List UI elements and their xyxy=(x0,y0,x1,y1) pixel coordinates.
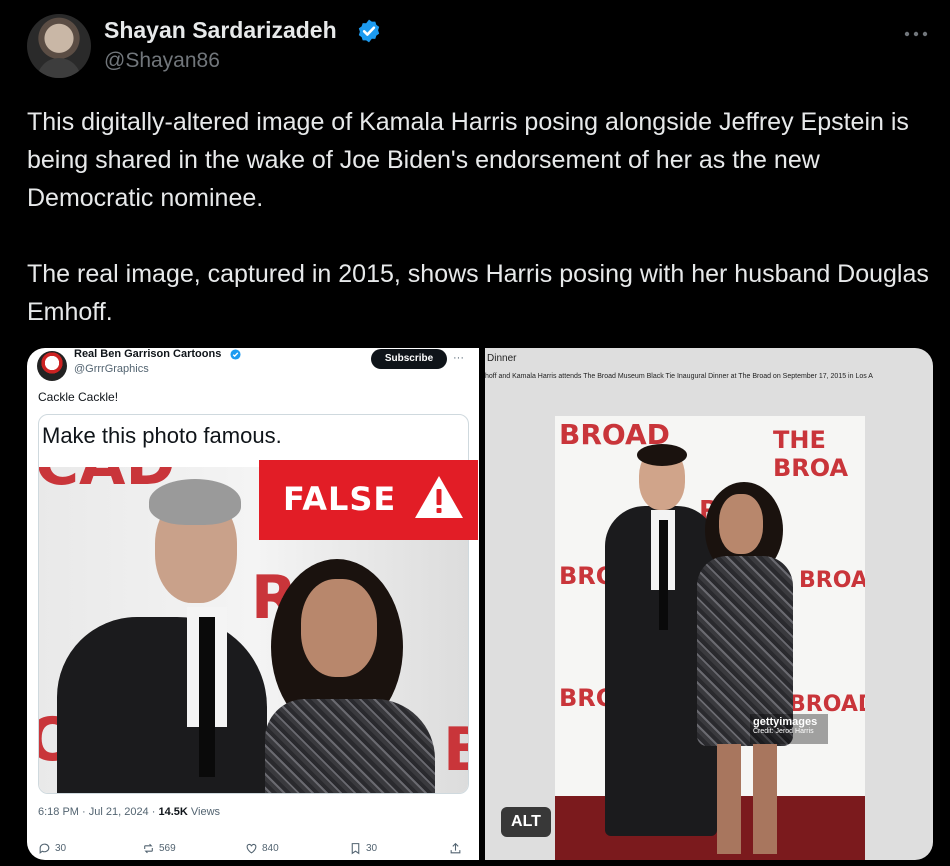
screenshot-repost: 569 xyxy=(142,842,176,855)
reply-count: 30 xyxy=(55,843,67,854)
original-getty-photo[interactable]: Dinner hoff and Kamala Harris attends Th… xyxy=(485,348,933,860)
display-name[interactable]: Shayan Sardarizadeh xyxy=(104,17,337,44)
getty-page-title: Dinner xyxy=(487,353,517,364)
more-options-icon[interactable] xyxy=(903,24,929,44)
views-count: 14.5K xyxy=(158,806,188,818)
photo-backdrop-text: BROAI xyxy=(799,568,865,593)
screenshot-action-bar: 30 569 840 30 xyxy=(38,842,468,860)
tweet-header: Shayan Sardarizadeh @Shayan86 xyxy=(27,12,929,82)
photo-backdrop-text: THE BROA xyxy=(773,426,849,482)
woman-face xyxy=(719,494,763,554)
screenshot-timestamp: 6:18 PM · Jul 21, 2024 · 14.5K Views xyxy=(38,806,220,818)
screenshot-bookmark: 30 xyxy=(349,842,377,855)
getty-caption: hoff and Kamala Harris attends The Broad… xyxy=(485,373,873,380)
screenshot-verified-icon xyxy=(230,349,241,360)
man-tie xyxy=(199,617,215,777)
screenshot-display-name: Real Ben Garrison Cartoons xyxy=(74,348,222,360)
tweet-text: This digitally-altered image of Kamala H… xyxy=(27,108,929,326)
woman-legs xyxy=(717,744,777,854)
getty-watermark: gettyimages Credit: Jerod Harris xyxy=(750,714,828,744)
false-label: FALSE xyxy=(283,480,397,518)
reply-icon xyxy=(39,843,50,854)
repost-count: 569 xyxy=(159,843,176,854)
handle[interactable]: @Shayan86 xyxy=(104,49,220,73)
man-hair xyxy=(149,479,241,525)
verified-badge-icon xyxy=(358,19,380,43)
repost-icon xyxy=(144,843,153,854)
man-hair xyxy=(637,444,687,466)
screenshot-body-text: Cackle Cackle! xyxy=(38,390,119,404)
man-tie xyxy=(659,520,668,630)
tweet-media[interactable]: Real Ben Garrison Cartoons @GrrrGraphics… xyxy=(27,348,933,860)
screenshot-handle: @GrrrGraphics xyxy=(74,363,149,375)
quote-text: Make this photo famous. xyxy=(42,423,282,448)
avatar[interactable] xyxy=(27,14,91,78)
bookmark-icon xyxy=(351,843,360,855)
man-figure xyxy=(57,617,267,793)
photo-backdrop-text: B xyxy=(443,715,468,785)
share-icon xyxy=(450,842,461,854)
warning-icon xyxy=(415,476,463,518)
timestamp-text: 6:18 PM · Jul 21, 2024 · xyxy=(38,806,159,818)
getty-logo-text: gettyimages xyxy=(753,716,818,728)
heart-icon xyxy=(246,843,257,854)
like-count: 840 xyxy=(262,843,279,854)
original-photo: BROAD THE BROA BRO BROAI BROA BROAD R ge… xyxy=(555,416,865,860)
woman-dress xyxy=(265,699,435,793)
screenshot-avatar xyxy=(37,351,67,381)
bookmark-count: 30 xyxy=(366,843,378,854)
screenshot-reply: 30 xyxy=(38,842,66,855)
getty-credit: Credit: Jerod Harris xyxy=(753,728,814,735)
screenshot-subscribe-button: Subscribe xyxy=(371,349,447,369)
woman-face xyxy=(301,579,377,677)
screenshot-like: 840 xyxy=(245,842,279,855)
false-label-badge: FALSE xyxy=(259,460,478,540)
alt-text-button[interactable]: ALT xyxy=(501,807,551,837)
fake-tweet-screenshot[interactable]: Real Ben Garrison Cartoons @GrrrGraphics… xyxy=(27,348,479,860)
screenshot-more-icon: ··· xyxy=(453,352,464,364)
views-label: Views xyxy=(187,806,221,818)
